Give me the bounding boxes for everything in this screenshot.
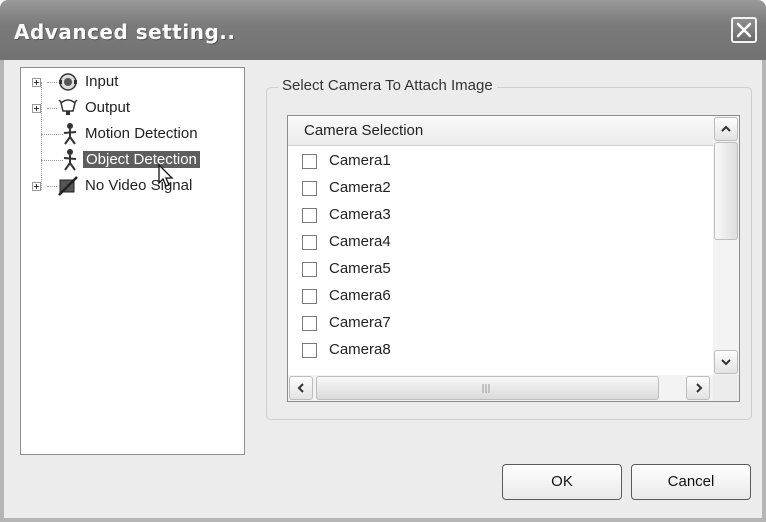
title-bar[interactable]: Advanced setting..	[0, 0, 766, 60]
tree-item-label: Motion Detection	[85, 125, 198, 142]
advanced-setting-dialog: Advanced setting.. Input Output Motion D…	[0, 0, 766, 522]
chevron-down-icon	[721, 359, 731, 366]
camera-label: Camera1	[329, 152, 391, 169]
list-item[interactable]: Camera4	[288, 230, 713, 257]
tree-connector	[47, 82, 57, 83]
event-tree[interactable]: Input Output Motion Detection Object Det…	[20, 67, 245, 455]
camera-checkbox[interactable]	[302, 262, 317, 277]
mouse-cursor-icon	[158, 164, 174, 187]
list-item[interactable]: Camera7	[288, 311, 713, 338]
expand-toggle-input[interactable]	[32, 78, 41, 87]
camera-checkbox[interactable]	[302, 181, 317, 196]
list-item[interactable]: Camera3	[288, 203, 713, 230]
scroll-up-button[interactable]	[714, 117, 738, 141]
tree-connector	[47, 186, 57, 187]
tree-item-label: Output	[85, 99, 131, 116]
tree-item-label: Object Detection	[83, 151, 200, 168]
camera-label: Camera6	[329, 287, 391, 304]
tree-item-output[interactable]: Output	[85, 97, 130, 119]
output-alarm-icon	[58, 99, 78, 115]
grip-icon	[482, 384, 490, 393]
object-person-icon	[63, 149, 77, 171]
chevron-left-icon	[297, 383, 304, 393]
close-icon	[736, 22, 752, 38]
camera-checkbox[interactable]	[302, 316, 317, 331]
horizontal-scrollbar[interactable]	[288, 375, 739, 401]
horizontal-scroll-thumb[interactable]	[316, 376, 659, 400]
close-button[interactable]	[731, 17, 757, 43]
camera-label: Camera3	[329, 206, 391, 223]
camera-label: Camera2	[329, 179, 391, 196]
scrollbar-corner	[713, 375, 739, 401]
camera-checkbox[interactable]	[302, 208, 317, 223]
tree-item-motion-detection[interactable]: Motion Detection	[85, 123, 198, 145]
camera-label: Camera7	[329, 314, 391, 331]
ok-button[interactable]: OK	[502, 464, 622, 500]
chevron-right-icon	[696, 383, 703, 393]
tree-connector	[41, 160, 63, 161]
no-video-icon	[58, 176, 78, 196]
vertical-scroll-thumb[interactable]	[714, 142, 738, 240]
camera-checkbox[interactable]	[302, 154, 317, 169]
chevron-up-icon	[721, 125, 731, 132]
camera-checkbox[interactable]	[302, 235, 317, 250]
camera-checkbox[interactable]	[302, 343, 317, 358]
scroll-right-button[interactable]	[686, 376, 710, 400]
motion-person-icon	[63, 123, 77, 145]
column-header-camera-selection[interactable]: Camera Selection	[288, 116, 713, 146]
list-item[interactable]: Camera2	[288, 176, 713, 203]
tree-connector	[41, 82, 42, 190]
camera-label: Camera4	[329, 233, 391, 250]
tree-connector	[47, 108, 57, 109]
list-item[interactable]: Camera6	[288, 284, 713, 311]
input-camera-icon	[59, 73, 77, 91]
groupbox-title: Select Camera To Attach Image	[278, 77, 497, 94]
tree-item-label: Input	[85, 73, 119, 90]
camera-label: Camera8	[329, 341, 391, 358]
cancel-button[interactable]: Cancel	[631, 464, 751, 500]
tree-connector	[41, 134, 63, 135]
camera-label: Camera5	[329, 260, 391, 277]
scroll-down-button[interactable]	[714, 350, 738, 374]
camera-list[interactable]: Camera Selection Camera1 Camera2 Camera3…	[287, 115, 740, 402]
list-item[interactable]: Camera8	[288, 338, 713, 365]
list-item[interactable]: Camera1	[288, 149, 713, 176]
list-item[interactable]: Camera5	[288, 257, 713, 284]
camera-checkbox[interactable]	[302, 289, 317, 304]
window-title: Advanced setting..	[14, 20, 236, 44]
scroll-left-button[interactable]	[289, 376, 313, 400]
vertical-scrollbar[interactable]	[713, 116, 739, 375]
tree-item-input[interactable]: Input	[85, 71, 118, 93]
tree-item-object-detection[interactable]: Object Detection	[83, 149, 200, 171]
expand-toggle-output[interactable]	[32, 104, 41, 113]
expand-toggle-no-video-signal[interactable]	[32, 182, 41, 191]
